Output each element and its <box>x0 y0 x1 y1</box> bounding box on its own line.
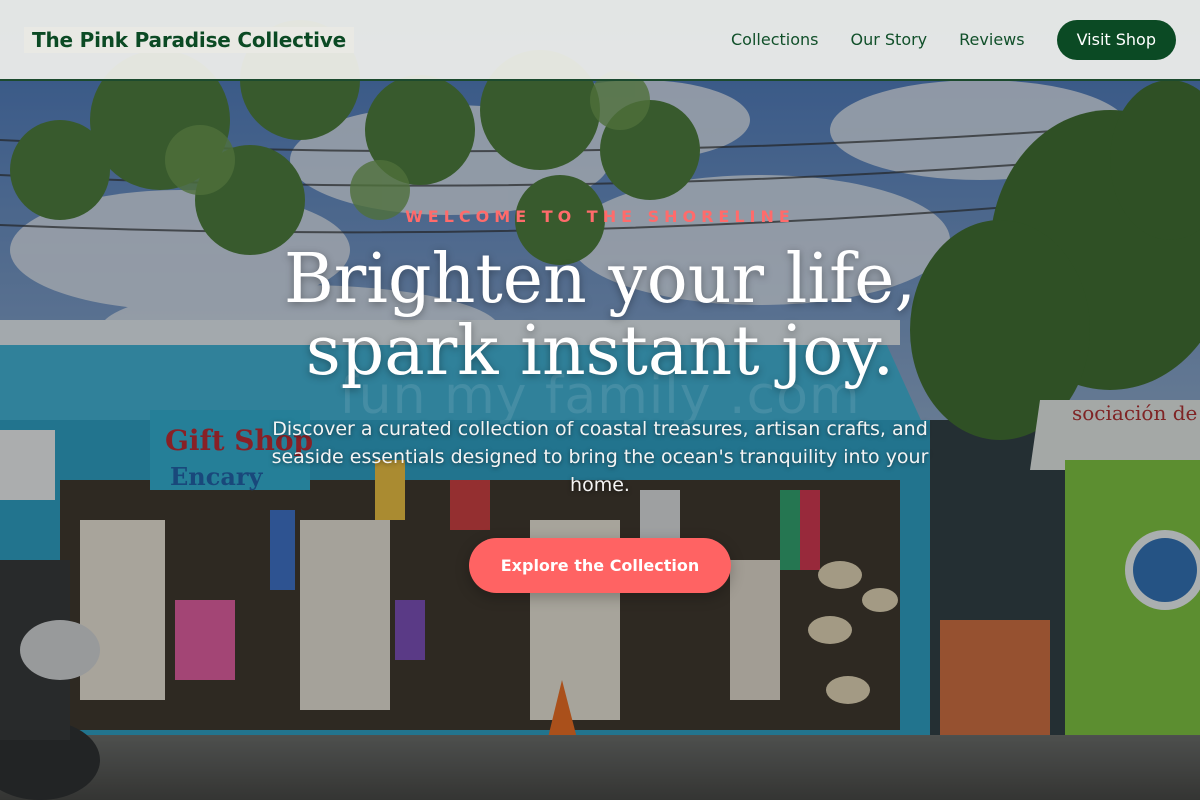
hero-section: fun my family .com WELCOME TO THE SHOREL… <box>0 0 1200 800</box>
hero-description: Discover a curated collection of coastal… <box>271 418 929 496</box>
hero-eyebrow: WELCOME TO THE SHORELINE <box>405 207 795 226</box>
hero-headline: Brighten your life, spark instant joy. <box>0 244 1200 388</box>
hero-headline-line-2: spark instant joy. <box>305 312 895 391</box>
hero-headline-line-1: Brighten your life, <box>283 240 917 319</box>
explore-collection-button[interactable]: Explore the Collection <box>469 538 731 593</box>
